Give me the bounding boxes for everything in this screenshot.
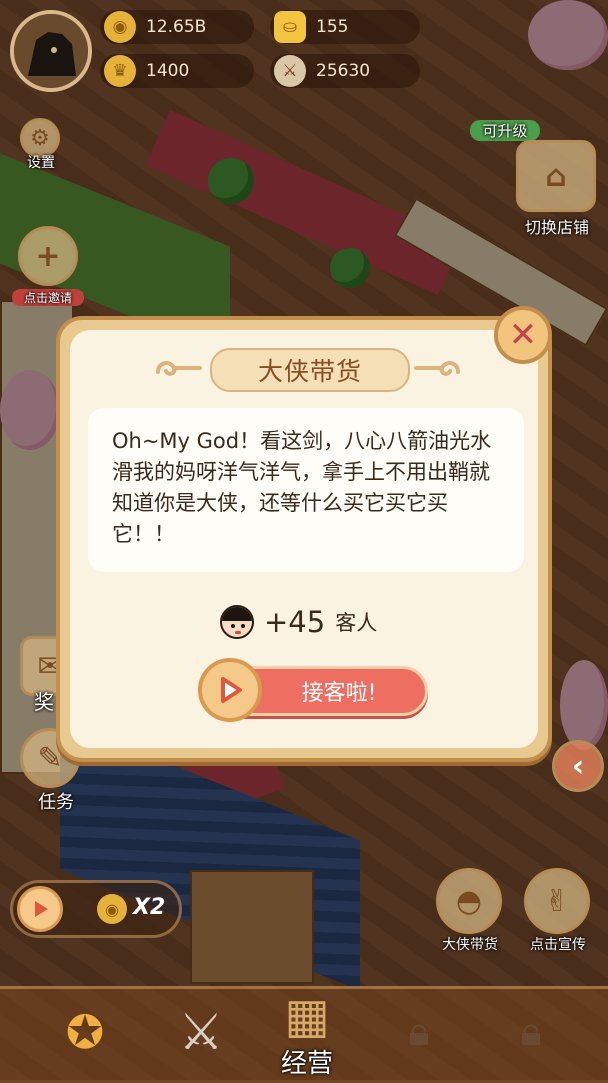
coin-icon: ◉: [104, 11, 136, 43]
trophy-counter: ♛ 1400: [100, 54, 254, 88]
trophy-icon: ♛: [104, 55, 136, 87]
player-avatar[interactable]: [10, 10, 92, 92]
switch-shop-button[interactable]: ⌂: [516, 140, 596, 212]
speed-boost-button[interactable]: ◉ X2: [10, 880, 182, 938]
reward-label: 奖: [34, 690, 54, 714]
chevron-left-icon: ‹: [571, 748, 585, 784]
promote-label: 点击宣传: [530, 937, 586, 953]
speed-multiplier: X2: [133, 895, 166, 920]
coins-counter: ◉ 12.65B: [100, 10, 254, 44]
bottom-bar: ✪ ⚔ ▦ 经营 🔒︎ 🔒︎: [0, 986, 608, 1083]
close-icon: ✕: [508, 315, 538, 355]
invite-button[interactable]: +: [18, 226, 78, 286]
thumbs-up-icon: ✌: [544, 883, 570, 919]
hero-sale-label: 大侠带货: [442, 937, 498, 953]
play-icon: [17, 886, 63, 932]
bottom-item-event[interactable]: ✪: [40, 989, 130, 1075]
settings-label: 设置: [27, 155, 55, 171]
reward-unit: 客人: [335, 611, 378, 635]
bottom-item-locked-1[interactable]: 🔒︎: [374, 989, 464, 1075]
coin-icon: ◉: [97, 894, 127, 924]
gear-icon: ⚙: [30, 125, 50, 151]
straw-hat-icon: ◓: [455, 883, 483, 919]
cloud-ornament-right-icon: [414, 361, 460, 376]
accept-guests-label: 接客啦!: [301, 681, 377, 706]
hero-sale-dialog: 大侠带货 Oh~My God！看这剑，八心八箭油光水滑我的妈呀洋气洋气，拿手上不…: [56, 316, 552, 762]
cloud-ornament-left-icon: [156, 361, 202, 376]
collapse-arrow-button[interactable]: ‹: [552, 740, 604, 792]
switch-shop-label: 切换店铺: [524, 218, 589, 237]
trophy-value: 1400: [146, 61, 190, 81]
sword-icon: ⚔: [274, 55, 306, 87]
close-dialog-button[interactable]: ✕: [494, 306, 552, 364]
dialog-title: 大侠带货: [210, 348, 410, 392]
lock-icon: 🔒︎: [408, 1009, 430, 1055]
video-play-icon[interactable]: [198, 658, 262, 722]
gold-ingot-icon: ⛀: [274, 11, 306, 43]
task-label: 任务: [38, 792, 74, 813]
counter-icon: ▦: [284, 988, 330, 1044]
hero-sale-button[interactable]: ◓: [436, 868, 502, 934]
customer-face-icon: [220, 605, 254, 639]
shop-icon: ⌂: [545, 158, 567, 194]
bottom-item-locked-2[interactable]: 🔒︎: [486, 989, 576, 1075]
gold-value: 155: [316, 17, 349, 37]
gold-counter: ⛀ 155: [270, 10, 420, 44]
panther-icon: [14, 14, 88, 88]
invite-label: 点击邀请: [12, 289, 84, 306]
coins-value: 12.65B: [146, 17, 207, 37]
drum-icon: ✪: [65, 1005, 105, 1059]
lock-icon: 🔒︎: [520, 1009, 542, 1055]
sword-counter: ⚔ 25630: [270, 54, 420, 88]
reward-row: +45 客人: [220, 602, 377, 642]
crossed-swords-icon: ⚔: [178, 1003, 224, 1061]
manage-label: 经营: [280, 1049, 333, 1079]
reward-amount: +45: [264, 605, 326, 639]
upgrade-tag: 可升级: [470, 120, 540, 141]
bottom-item-battle[interactable]: ⚔: [156, 989, 246, 1075]
sword-value: 25630: [316, 61, 371, 81]
plus-icon: +: [35, 238, 61, 274]
promote-button[interactable]: ✌: [524, 868, 590, 934]
dialog-message: Oh~My God！看这剑，八心八箭油光水滑我的妈呀洋气洋气，拿手上不用出鞘就知…: [88, 408, 524, 572]
